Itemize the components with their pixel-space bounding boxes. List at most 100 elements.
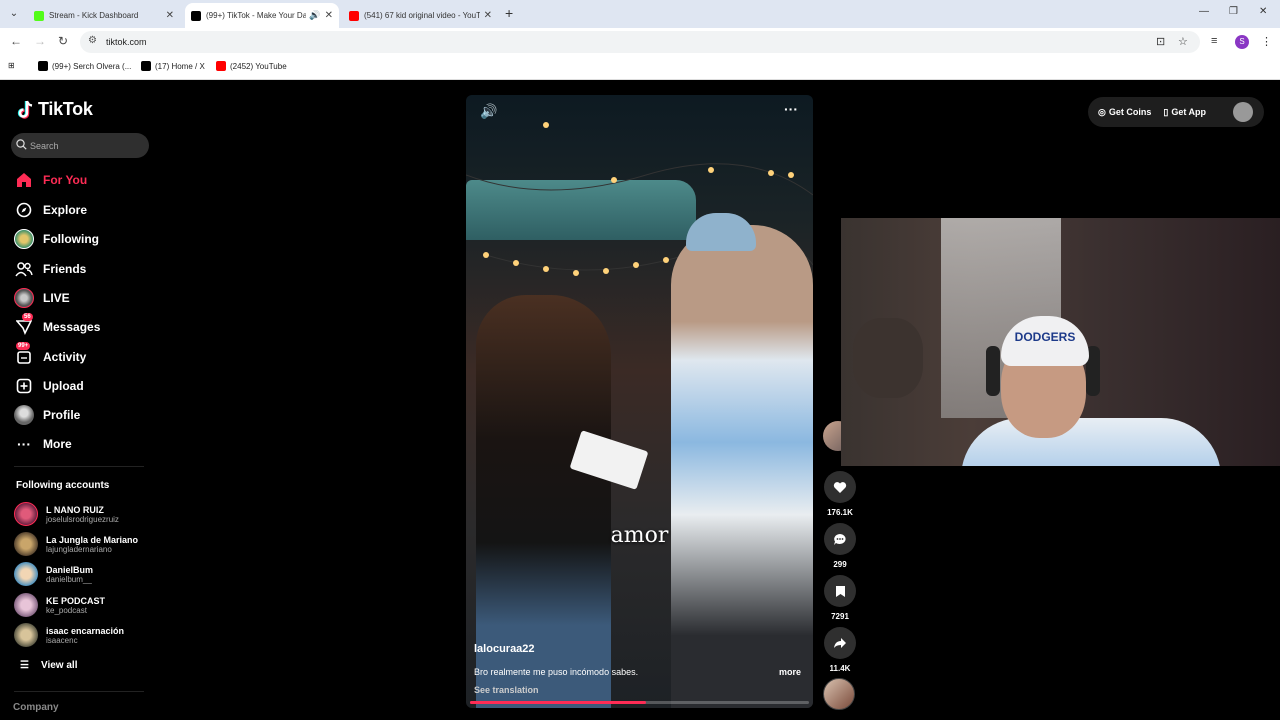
profile-avatar-icon[interactable]: S [1235, 35, 1249, 49]
bookmark-x-home[interactable]: (17) Home / X [141, 61, 205, 71]
bookmark-youtube[interactable]: (2452) YouTube [216, 61, 287, 71]
like-button[interactable]: 176.1K [823, 471, 857, 517]
close-tab-icon[interactable]: ✕ [484, 10, 492, 21]
install-app-icon[interactable]: ⊡ [1156, 35, 1165, 48]
tiktok-page: TikTok For You Explore Following Friends [0, 81, 1280, 720]
tab-title: (541) 67 kid original video - YouTube [364, 11, 480, 20]
account-item[interactable]: L NANO RUIZ joselulsrodriguezruiz [14, 501, 119, 527]
get-coins-button[interactable]: ◎ Get Coins [1098, 107, 1151, 118]
tab-kick-dashboard[interactable]: Stream - Kick Dashboard ✕ [28, 3, 180, 28]
tab-youtube[interactable]: (541) 67 kid original video - YouTube ✕ [343, 3, 498, 28]
divider [14, 691, 144, 692]
see-translation-link[interactable]: See translation [474, 685, 539, 695]
headset-left [986, 346, 1000, 396]
audio-playing-icon[interactable]: 🔊 [309, 10, 320, 21]
following-avatar-icon [14, 229, 34, 249]
bookmark-star-icon[interactable]: ☆ [1178, 35, 1188, 48]
creator-avatar[interactable] [823, 678, 855, 710]
close-tab-icon[interactable]: ✕ [325, 10, 333, 21]
list-icon: ☰ [20, 660, 29, 671]
avatar [14, 502, 38, 526]
comment-icon [824, 523, 856, 555]
comment-button[interactable]: 299 [823, 523, 857, 569]
nav-more[interactable]: ··· More [14, 433, 72, 455]
nav-explore[interactable]: Explore [14, 199, 87, 221]
account-item[interactable]: isaac encarnación isaacenc [14, 622, 124, 648]
tab-search-icon[interactable]: ⌄ [6, 6, 22, 22]
new-tab-button[interactable]: + [505, 5, 513, 21]
streamer-body [961, 418, 1221, 466]
video-progress-fill [470, 701, 647, 704]
save-count: 7291 [831, 612, 849, 621]
nav-for-you[interactable]: For You [14, 169, 87, 191]
tiktok-favicon-icon [191, 10, 201, 21]
nav-friends[interactable]: Friends [14, 258, 86, 280]
nav-upload[interactable]: Upload [14, 375, 84, 397]
share-button[interactable]: 11.4K [823, 627, 857, 673]
tiktok-logo[interactable]: TikTok [16, 99, 93, 120]
address-bar-row: ← → ↻ ⚙ tiktok.com ⊡ ☆ ≡ ⋮ [0, 28, 1280, 56]
tab-title: Stream - Kick Dashboard [49, 11, 139, 20]
omnibox[interactable]: ⚙ tiktok.com [80, 31, 1200, 53]
volume-icon[interactable]: 🔊 [480, 103, 497, 120]
site-info-icon[interactable]: ⚙ [88, 35, 97, 46]
media-controls-icon[interactable]: ≡ [1211, 35, 1217, 47]
youtube-favicon-icon [216, 61, 226, 71]
friends-icon [14, 259, 34, 279]
nav-following[interactable]: Following [14, 228, 99, 250]
video-username[interactable]: lalocuraa22 [474, 643, 535, 655]
chrome-menu-icon[interactable]: ⋮ [1261, 35, 1272, 48]
account-item[interactable]: La Jungla de Mariano lajungladernariano [14, 531, 138, 557]
tiktok-note-icon [17, 100, 33, 119]
scene-teddy-bear [853, 318, 923, 398]
more-button[interactable]: more [779, 667, 801, 677]
close-window-icon[interactable]: ✕ [1259, 6, 1267, 17]
search-input[interactable] [30, 138, 140, 153]
video-options-icon[interactable]: ··· [784, 101, 798, 117]
company-heading[interactable]: Company [13, 702, 59, 713]
tiktok-favicon-icon [38, 61, 48, 71]
compass-icon [14, 200, 34, 220]
profile-icon [14, 405, 34, 425]
apps-grid-icon[interactable]: ⊞ [8, 61, 15, 70]
messages-badge: 56 [22, 313, 33, 321]
scene-man [671, 225, 813, 708]
tab-tiktok[interactable]: (99+) TikTok - Make Your Day 🔊 ✕ [185, 3, 339, 28]
account-item[interactable]: DanielBum danielbum__ [14, 561, 93, 587]
forward-icon[interactable]: → [34, 34, 46, 48]
avatar [14, 532, 38, 556]
url-text[interactable]: tiktok.com [106, 37, 147, 47]
back-icon[interactable]: ← [10, 34, 22, 48]
bookmark-serch-olvera[interactable]: (99+) Serch Olvera (... [38, 61, 131, 71]
close-tab-icon[interactable]: ✕ [166, 10, 174, 21]
activity-icon: 99+ [14, 342, 34, 367]
view-all-link[interactable]: ☰ View all [20, 660, 77, 671]
header-actions: ◎ Get Coins ▯ Get App [1088, 97, 1264, 127]
minimize-icon[interactable]: — [1199, 6, 1209, 17]
nav-profile[interactable]: Profile [14, 404, 80, 426]
search-box[interactable] [11, 133, 149, 158]
account-item[interactable]: KE PODCAST ke_podcast [14, 592, 105, 618]
video-caption-overlay: amor [610, 523, 669, 548]
bookmark-icon [824, 575, 856, 607]
user-avatar[interactable] [1233, 102, 1253, 122]
share-count: 11.4K [829, 664, 851, 673]
nav-messages[interactable]: 56 Messages [14, 313, 100, 338]
search-icon [16, 139, 27, 150]
browser-tab-bar: ⌄ Stream - Kick Dashboard ✕ (99+) TikTok… [0, 0, 1280, 28]
maximize-icon[interactable]: ❐ [1229, 6, 1238, 17]
avatar [14, 562, 38, 586]
get-app-button[interactable]: ▯ Get App [1163, 107, 1206, 118]
upload-icon [14, 376, 34, 396]
video-progress-bar[interactable] [470, 701, 809, 704]
webcam-overlay: DODGERS [841, 218, 1280, 466]
more-dots-icon: ··· [17, 436, 31, 452]
reload-icon[interactable]: ↻ [58, 34, 68, 48]
nav-live[interactable]: LIVE [14, 287, 70, 309]
phone-icon: ▯ [1163, 106, 1169, 117]
messages-icon: 56 [14, 313, 34, 337]
video-player[interactable]: 🔊 ··· amor lalocuraa22 Bro realmente me … [466, 95, 813, 708]
avatar [14, 623, 38, 647]
nav-activity[interactable]: 99+ Activity [14, 342, 86, 368]
save-button[interactable]: 7291 [823, 575, 857, 621]
